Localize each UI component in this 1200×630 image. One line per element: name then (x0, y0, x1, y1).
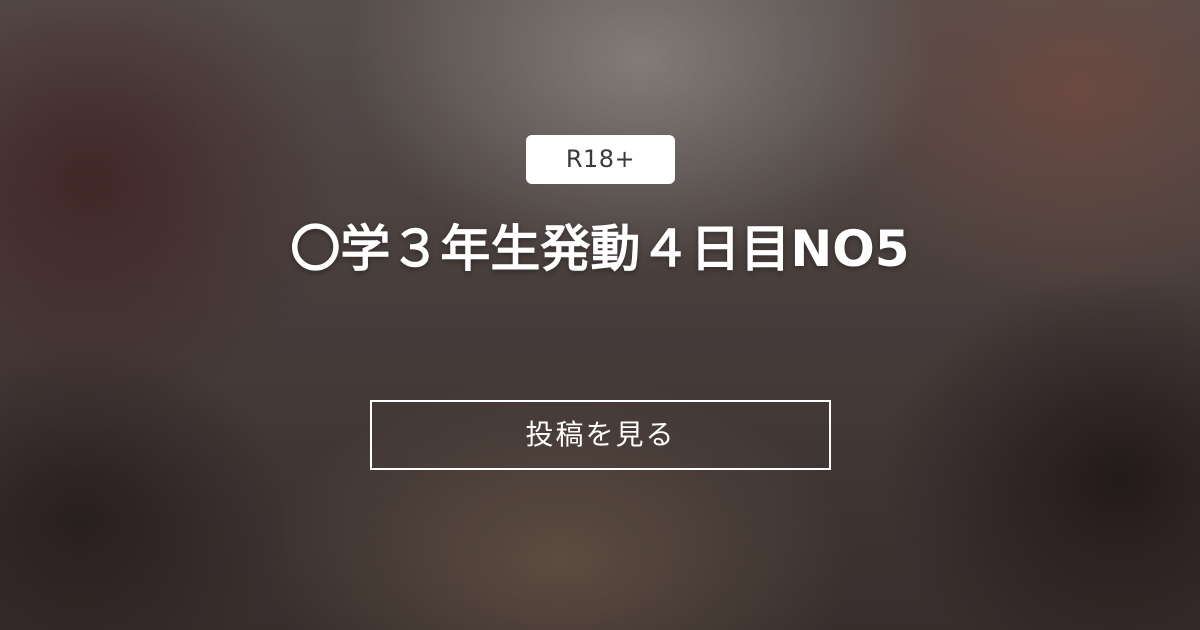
post-title: 〇学３年生発動４日目NO5 (290, 220, 910, 278)
age-rating-badge: R18+ (526, 135, 675, 184)
blurred-background (0, 0, 1200, 630)
post-preview-card: R18+ 〇学３年生発動４日目NO5 投稿を見る (0, 0, 1200, 630)
view-post-button[interactable]: 投稿を見る (370, 400, 831, 470)
